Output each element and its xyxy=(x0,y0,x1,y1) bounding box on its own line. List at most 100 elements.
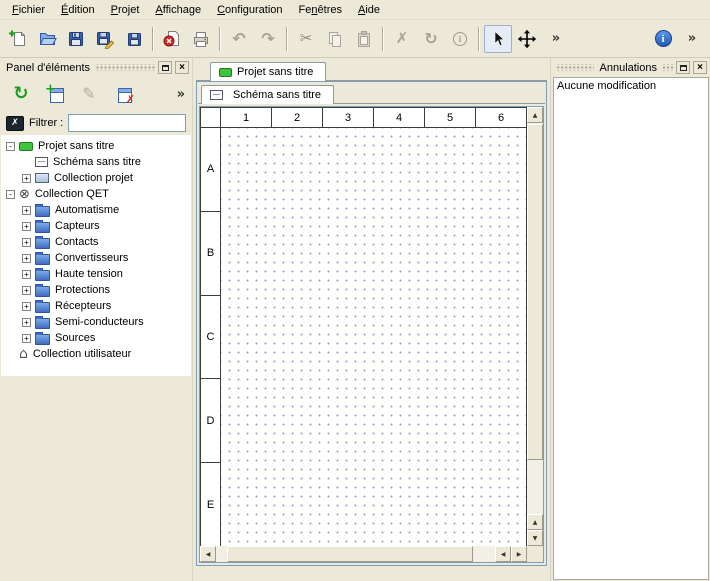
expand-icon[interactable]: + xyxy=(22,206,31,215)
expand-icon[interactable]: + xyxy=(22,270,31,279)
dock-grip[interactable] xyxy=(663,64,673,71)
panel-overflow-button[interactable]: » xyxy=(177,88,185,101)
delete-button[interactable]: ✗ xyxy=(388,25,416,53)
tree-item-sources[interactable]: + Sources xyxy=(1,330,191,346)
element-info-button[interactable]: i xyxy=(446,25,474,53)
horizontal-scroll-track[interactable] xyxy=(216,546,495,562)
scroll-down-button[interactable]: ▼ xyxy=(527,530,543,546)
dock-float-button[interactable] xyxy=(676,61,690,74)
scroll-left-button[interactable]: ◀ xyxy=(495,546,511,562)
tree-item-capteurs[interactable]: + Capteurs xyxy=(1,218,191,234)
undo-history-dock: Annulations × Aucune modification xyxy=(550,58,710,581)
elements-tree: - Projet sans titre Schéma sans titre + … xyxy=(1,135,191,376)
reload-collections-button[interactable]: ↻ xyxy=(7,80,35,108)
expand-icon[interactable]: + xyxy=(22,254,31,263)
vertical-scroll-track[interactable] xyxy=(527,123,543,514)
expand-icon[interactable]: + xyxy=(22,318,31,327)
copy-button[interactable] xyxy=(321,25,349,53)
new-element-button[interactable]: + xyxy=(41,80,69,108)
tree-item-project[interactable]: - Projet sans titre xyxy=(1,138,191,154)
cut-button[interactable]: ✂ xyxy=(292,25,320,53)
menu-projet[interactable]: Projet xyxy=(103,2,148,18)
tree-item-contacts[interactable]: + Contacts xyxy=(1,234,191,250)
rotate-button[interactable]: ↻ xyxy=(417,25,445,53)
elements-panel-titlebar[interactable]: Panel d'éléments × xyxy=(1,60,191,75)
paste-icon xyxy=(354,29,374,49)
edit-element-button[interactable]: ✎ xyxy=(75,80,103,108)
diagram-view[interactable]: 1 2 3 4 5 6 A B C xyxy=(199,106,544,563)
horizontal-scrollbar[interactable]: ◀ ◀ ▶ xyxy=(200,546,527,562)
tab-schema-sans-titre[interactable]: Schéma sans titre xyxy=(201,85,334,104)
tab-projet-sans-titre[interactable]: Projet sans titre xyxy=(210,62,326,81)
move-tool-button[interactable] xyxy=(513,25,541,53)
tree-item-collection-projet[interactable]: + Collection projet xyxy=(1,170,191,186)
menu-aide[interactable]: Aide xyxy=(350,2,388,18)
print-button[interactable] xyxy=(187,25,215,53)
toolbar-overflow-button[interactable]: » xyxy=(542,25,570,53)
expand-icon[interactable]: + xyxy=(22,222,31,231)
scroll-up-button[interactable]: ▲ xyxy=(527,514,543,530)
expand-icon[interactable]: + xyxy=(22,238,31,247)
cut-icon: ✂ xyxy=(300,31,313,46)
tree-item-automatisme[interactable]: + Automatisme xyxy=(1,202,191,218)
row-header: E xyxy=(201,463,221,546)
expand-icon[interactable]: + xyxy=(22,302,31,311)
dock-close-button[interactable]: × xyxy=(175,61,189,74)
collapse-icon[interactable]: - xyxy=(6,190,15,199)
tree-item-protections[interactable]: + Protections xyxy=(1,282,191,298)
paste-button[interactable] xyxy=(350,25,378,53)
expand-icon[interactable]: + xyxy=(22,286,31,295)
scroll-left-button[interactable]: ◀ xyxy=(200,546,216,562)
close-file-button[interactable] xyxy=(158,25,186,53)
collection-icon xyxy=(35,173,49,183)
tree-item-schema[interactable]: Schéma sans titre xyxy=(1,154,191,170)
dock-close-button[interactable]: × xyxy=(693,61,707,74)
undo-history-list[interactable]: Aucune modification xyxy=(553,77,709,580)
scroll-up-button[interactable]: ▲ xyxy=(527,107,543,123)
undo-dock-titlebar[interactable]: Annulations × xyxy=(553,60,709,75)
tree-item-semi-conducteurs[interactable]: + Semi-conducteurs xyxy=(1,314,191,330)
menu-affichage[interactable]: Affichage xyxy=(147,2,209,18)
save-all-button[interactable] xyxy=(120,25,148,53)
about-info-icon: i xyxy=(655,30,672,47)
expand-icon[interactable]: + xyxy=(22,334,31,343)
open-project-button[interactable] xyxy=(33,25,61,53)
tree-item-collection-qet[interactable]: - ⊗ Collection QET xyxy=(1,186,191,202)
dock-grip[interactable] xyxy=(555,64,594,71)
tree-item-haute-tension[interactable]: + Haute tension xyxy=(1,266,191,282)
redo-button[interactable]: ↷ xyxy=(254,25,282,53)
dock-grip[interactable] xyxy=(96,64,155,71)
tree-item-convertisseurs[interactable]: + Convertisseurs xyxy=(1,250,191,266)
delete-element-button[interactable]: ✗ xyxy=(109,80,137,108)
undo-button[interactable]: ↶ xyxy=(225,25,253,53)
workspace: Projet sans titre Schéma sans titre xyxy=(193,58,550,581)
filter-input[interactable] xyxy=(68,114,186,132)
horizontal-scroll-thumb[interactable] xyxy=(227,546,473,562)
folder-icon xyxy=(35,300,50,313)
menu-fichier[interactable]: Fichier xyxy=(4,2,53,18)
save-button[interactable] xyxy=(62,25,90,53)
about-button[interactable]: i xyxy=(649,25,677,53)
scrollbar-corner xyxy=(527,546,543,562)
clear-filter-button[interactable]: ✗ xyxy=(6,116,24,131)
save-as-button[interactable] xyxy=(91,25,119,53)
vertical-scroll-thumb[interactable] xyxy=(527,124,543,460)
menu-fenetres[interactable]: Fenêtres xyxy=(291,2,350,18)
menu-edition[interactable]: Édition xyxy=(53,2,103,18)
help-overflow-button[interactable]: » xyxy=(678,25,706,53)
tree-item-collection-utilisateur[interactable]: ⌂ Collection utilisateur xyxy=(1,346,191,362)
select-tool-button[interactable] xyxy=(484,25,512,53)
new-project-button[interactable] xyxy=(4,25,32,53)
dock-float-button[interactable] xyxy=(158,61,172,74)
vertical-scrollbar[interactable]: ▲ ▲ ▼ xyxy=(527,107,543,546)
info-icon: i xyxy=(453,32,467,46)
undo-dock-title: Annulations xyxy=(597,62,661,74)
menu-configuration[interactable]: Configuration xyxy=(209,2,290,18)
diagram-grid[interactable] xyxy=(221,128,526,546)
expand-icon[interactable]: + xyxy=(22,174,31,183)
main-area: Panel d'éléments × ↻ + ✎ ✗ » xyxy=(0,58,710,581)
collapse-icon[interactable]: - xyxy=(6,142,15,151)
home-icon: ⌂ xyxy=(19,347,28,361)
scroll-right-button[interactable]: ▶ xyxy=(511,546,527,562)
tree-item-recepteurs[interactable]: + Récepteurs xyxy=(1,298,191,314)
